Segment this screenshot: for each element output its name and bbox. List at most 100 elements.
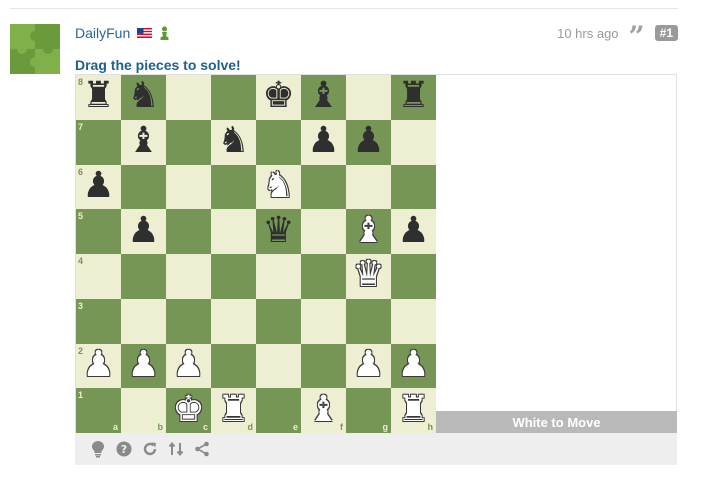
board-square[interactable] — [391, 164, 436, 210]
black-bishop-piece[interactable]: ♝ — [127, 123, 159, 159]
white-queen-piece[interactable]: ♛ — [352, 257, 384, 293]
board-square[interactable] — [166, 75, 211, 120]
board-square[interactable] — [211, 209, 256, 254]
board-square[interactable] — [301, 209, 346, 254]
board-square[interactable]: 7 — [76, 119, 121, 165]
board-square[interactable]: ♛ — [346, 254, 391, 299]
board-square[interactable] — [256, 119, 301, 165]
board-square[interactable]: d ♜ — [211, 388, 256, 433]
board-square[interactable]: 3 — [76, 298, 121, 344]
black-queen-piece[interactable]: ♛ — [262, 212, 294, 249]
board-square[interactable] — [301, 164, 346, 210]
black-pawn-piece[interactable]: ♟ — [127, 212, 159, 249]
share-icon[interactable] — [193, 440, 211, 458]
board-square[interactable]: ♟ — [121, 343, 166, 389]
avatar[interactable] — [10, 24, 60, 74]
white-pawn-piece[interactable]: ♟ — [352, 346, 384, 383]
board-square[interactable] — [211, 298, 256, 344]
board-square[interactable]: ♟ — [391, 343, 436, 389]
board-square[interactable]: ♛ — [256, 209, 301, 254]
board-square[interactable] — [166, 254, 211, 299]
board-square[interactable]: ♝ — [121, 119, 166, 165]
board-square[interactable] — [256, 254, 301, 299]
white-bishop-piece[interactable]: ♝ — [307, 391, 339, 428]
board-square[interactable]: 2 ♟ — [76, 343, 121, 389]
board-square[interactable] — [256, 298, 301, 344]
white-pawn-piece[interactable]: ♟ — [172, 346, 204, 383]
board-square[interactable] — [166, 119, 211, 165]
board-square[interactable]: c ♚ — [166, 388, 211, 433]
board-square[interactable] — [211, 343, 256, 389]
board-square[interactable] — [301, 298, 346, 344]
board-square[interactable]: ♝ — [301, 75, 346, 120]
board-square[interactable] — [301, 254, 346, 299]
board-square[interactable] — [391, 298, 436, 344]
board-square[interactable]: ♚ — [256, 75, 301, 120]
username-link[interactable]: DailyFun — [75, 25, 130, 41]
black-pawn-piece[interactable]: ♟ — [82, 167, 114, 204]
board-square[interactable] — [346, 298, 391, 344]
white-rook-piece[interactable]: ♜ — [217, 391, 249, 428]
board-square[interactable]: g — [346, 388, 391, 433]
board-square[interactable]: ♜ — [391, 75, 436, 120]
black-bishop-piece[interactable]: ♝ — [307, 78, 339, 114]
retry-icon[interactable] — [141, 440, 159, 458]
board-square[interactable] — [121, 254, 166, 299]
board-square[interactable] — [346, 75, 391, 120]
white-bishop-piece[interactable]: ♝ — [352, 212, 384, 249]
board-square[interactable]: ♞ — [121, 75, 166, 120]
board-square[interactable]: ♝ — [346, 209, 391, 254]
board-square[interactable] — [166, 164, 211, 210]
black-king-piece[interactable]: ♚ — [262, 78, 294, 114]
quote-icon[interactable]: ” — [629, 23, 645, 51]
white-pawn-piece[interactable]: ♟ — [127, 346, 159, 383]
black-knight-piece[interactable]: ♞ — [127, 78, 159, 114]
black-rook-piece[interactable]: ♜ — [82, 78, 114, 114]
white-king-piece[interactable]: ♚ — [172, 391, 204, 428]
board-square[interactable] — [121, 164, 166, 210]
board-square[interactable]: ♟ — [121, 209, 166, 254]
black-pawn-piece[interactable]: ♟ — [397, 212, 429, 249]
board-square[interactable]: 6 ♟ — [76, 164, 121, 210]
board-square[interactable]: 8 ♜ — [76, 75, 121, 120]
board-square[interactable]: 4 — [76, 254, 121, 299]
board-square[interactable]: b — [121, 388, 166, 433]
board-square[interactable]: f ♝ — [301, 388, 346, 433]
board-square[interactable] — [211, 164, 256, 210]
board-square[interactable] — [301, 343, 346, 389]
board-square[interactable]: ♟ — [346, 119, 391, 165]
board-square[interactable]: ♟ — [346, 343, 391, 389]
black-knight-piece[interactable]: ♞ — [217, 123, 249, 159]
black-pawn-piece[interactable]: ♟ — [307, 123, 339, 159]
board-square[interactable]: 5 — [76, 209, 121, 254]
board-square[interactable] — [346, 164, 391, 210]
board-square[interactable]: 1a — [76, 388, 121, 433]
board-square[interactable]: ♟ — [391, 209, 436, 254]
board-square[interactable] — [256, 343, 301, 389]
black-rook-piece[interactable]: ♜ — [397, 78, 429, 114]
board-square[interactable]: ♞ — [211, 119, 256, 165]
flip-board-icon[interactable] — [167, 440, 185, 458]
white-pawn-piece[interactable]: ♟ — [397, 346, 429, 383]
post-number-badge[interactable]: #1 — [654, 25, 678, 41]
board-square[interactable]: ♞ — [256, 164, 301, 210]
board-square[interactable] — [166, 298, 211, 344]
white-pawn-piece[interactable]: ♟ — [82, 346, 114, 383]
help-icon[interactable]: ? — [115, 440, 133, 458]
board-square[interactable] — [211, 254, 256, 299]
board-square[interactable] — [391, 119, 436, 165]
white-rook-piece[interactable]: ♜ — [397, 391, 429, 428]
board-square[interactable] — [166, 209, 211, 254]
board-square[interactable]: ♟ — [301, 119, 346, 165]
board-square[interactable] — [391, 254, 436, 299]
file-label: h — [427, 422, 434, 432]
board-square[interactable]: e — [256, 388, 301, 433]
white-knight-piece[interactable]: ♞ — [262, 167, 294, 204]
board-square[interactable]: ♟ — [166, 343, 211, 389]
board-square[interactable] — [211, 75, 256, 120]
chess-board[interactable]: 8 ♜ ♞ ♚ ♝ ♜ 7 ♝ ♞ ♟ ♟ 6 ♟ ♞ 5 ♟ ♛ ♝ ♟ 4 ♛ 3 2 ♟ ♟ ♟ ♟ ♟ 1 a b c ♚ d ♜ e f ♝ g h… — [76, 75, 436, 433]
lightbulb-icon[interactable] — [89, 440, 107, 458]
board-square[interactable]: h ♜ — [391, 388, 436, 433]
black-pawn-piece[interactable]: ♟ — [352, 123, 384, 159]
board-square[interactable] — [121, 298, 166, 344]
